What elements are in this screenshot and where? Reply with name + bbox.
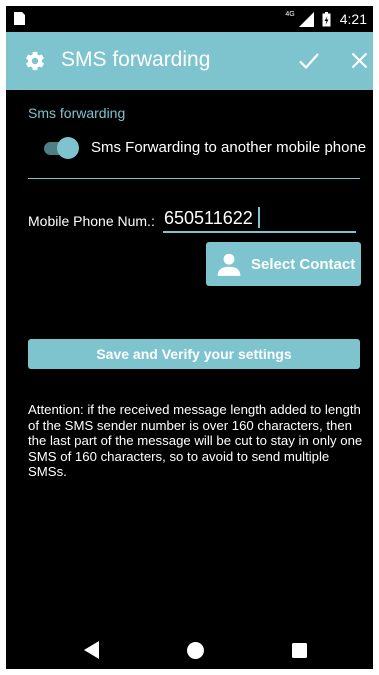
home-icon[interactable] bbox=[187, 642, 204, 659]
navigation-bar bbox=[6, 629, 373, 669]
recents-icon[interactable] bbox=[292, 643, 307, 658]
switch-thumb bbox=[57, 137, 79, 159]
attention-text: Attention: if the received message lengt… bbox=[28, 402, 363, 479]
close-icon[interactable] bbox=[351, 52, 368, 69]
check-icon[interactable] bbox=[298, 51, 320, 71]
divider bbox=[28, 178, 360, 179]
clock: 4:21 bbox=[339, 11, 367, 27]
network-type: 4G bbox=[285, 10, 295, 18]
person-icon bbox=[217, 253, 241, 276]
phone-number-label: Mobile Phone Num.: bbox=[28, 213, 155, 229]
phone-screen: 4G 4:21 SMS forwarding Sms forwarding Sm… bbox=[6, 6, 373, 669]
sms-forwarding-switch[interactable] bbox=[42, 137, 79, 159]
back-icon[interactable] bbox=[84, 641, 100, 659]
battery-icon bbox=[322, 11, 331, 26]
screen-title: SMS forwarding bbox=[61, 48, 211, 71]
action-bar: SMS forwarding bbox=[6, 32, 373, 90]
select-contact-button[interactable]: Select Contact bbox=[206, 242, 361, 286]
section-header: Sms forwarding bbox=[28, 105, 126, 121]
switch-label: Sms Forwarding to another mobile phone bbox=[91, 139, 367, 156]
status-bar: 4G 4:21 bbox=[6, 6, 373, 32]
signal-icon bbox=[298, 11, 314, 27]
gear-icon bbox=[26, 51, 44, 71]
save-and-verify-button[interactable]: Save and Verify your settings bbox=[28, 339, 360, 369]
select-contact-label: Select Contact bbox=[251, 255, 356, 273]
sim-card-icon bbox=[14, 12, 25, 25]
status-icons: 4G 4:21 bbox=[285, 10, 367, 28]
text-cursor bbox=[258, 207, 260, 228]
